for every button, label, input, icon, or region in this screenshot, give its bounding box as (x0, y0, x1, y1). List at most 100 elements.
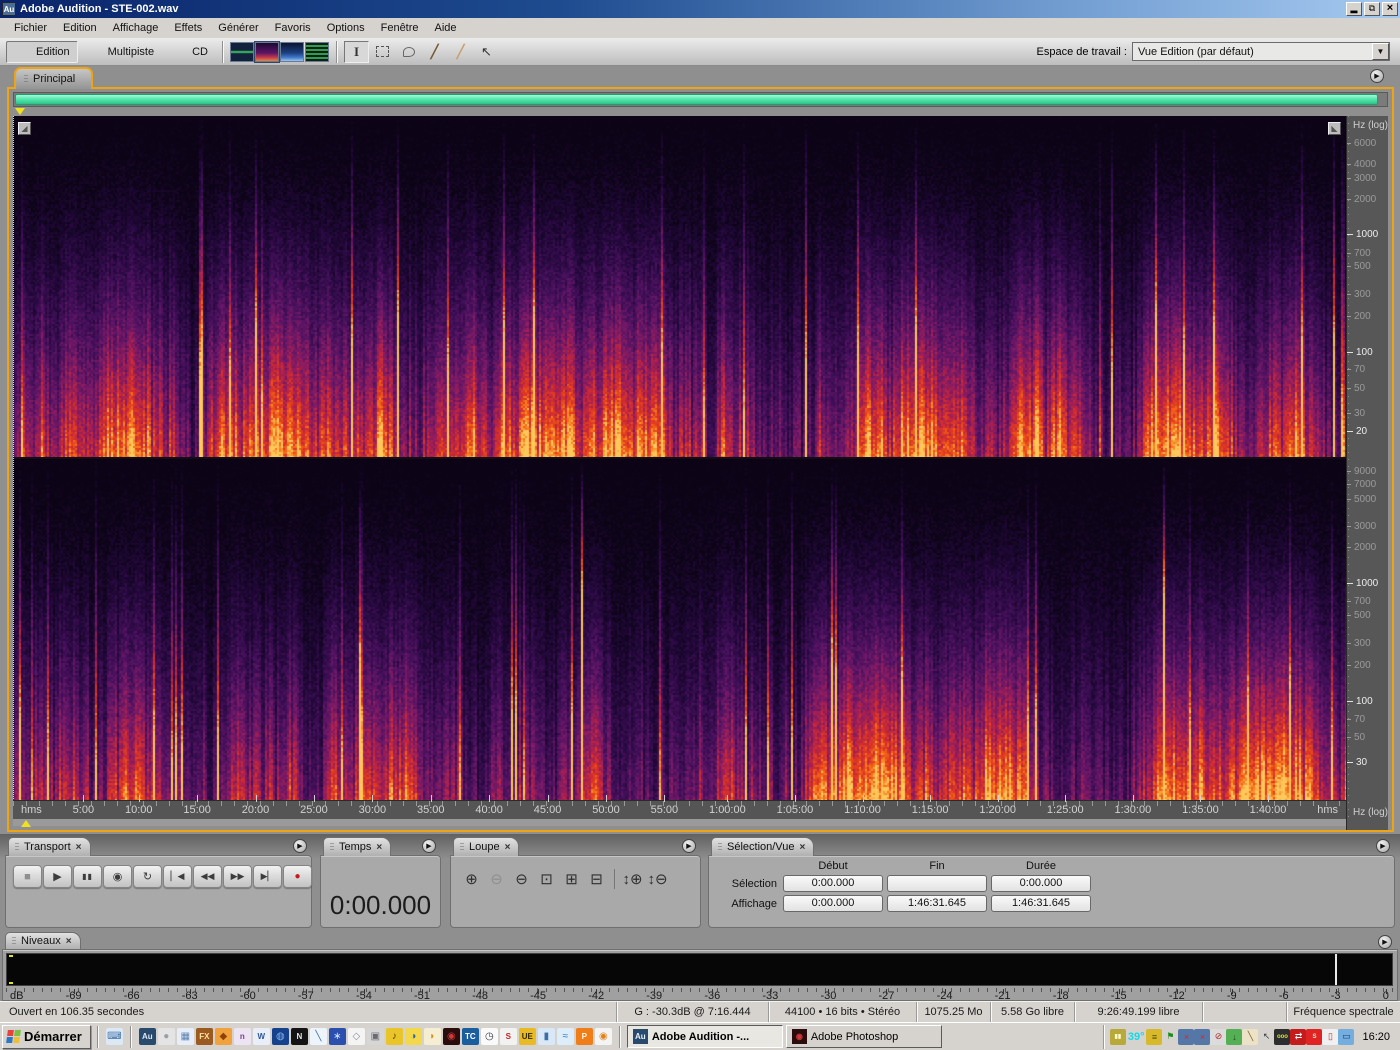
minimize-button[interactable]: ▂ (1346, 2, 1362, 16)
time-selection-tool-button[interactable]: I (344, 40, 369, 63)
top-right-corner-handle[interactable]: ◣ (1328, 122, 1341, 135)
zoom-selection-right-button[interactable]: ⊟ (584, 868, 609, 890)
overview-track[interactable] (13, 92, 1388, 107)
photoshop-eye-icon[interactable]: ◉ (442, 1028, 460, 1045)
playhead-marker-top[interactable] (15, 108, 25, 115)
spot-healing-brush-tool-button[interactable]: ╱ (448, 41, 473, 63)
network-disabled2-icon[interactable]: × (1194, 1028, 1211, 1045)
playhead-marker-bottom[interactable] (21, 819, 31, 827)
close-icon[interactable]: × (799, 842, 805, 853)
panel-menu-icon[interactable]: ▶ (422, 839, 436, 853)
close-icon[interactable]: × (66, 936, 72, 947)
pdf-icon[interactable]: P (575, 1028, 593, 1045)
folder-status-icon[interactable]: ▭ (1338, 1028, 1355, 1045)
clock-dial-icon[interactable]: ◷ (480, 1028, 498, 1045)
spectral-frequency-display-button[interactable] (254, 40, 280, 63)
workspace-select[interactable]: Vue Edition (par défaut) ▼ (1132, 42, 1390, 61)
timeline-ruler[interactable]: hms 5:00 10:00 15:00 20:00 25:00 30:00 35:00 40… (13, 794, 1346, 819)
panel-menu-icon[interactable]: ▶ (682, 839, 696, 853)
lasso-selection-tool-button[interactable] (396, 41, 421, 63)
panel-menu-icon[interactable]: ▶ (1376, 839, 1390, 853)
spectrogram-left-channel[interactable] (13, 116, 1346, 457)
close-icon[interactable]: × (376, 842, 382, 853)
network-disabled-icon[interactable]: × (1178, 1028, 1195, 1045)
selection-fin-field[interactable] (887, 875, 987, 892)
flag-status-icon[interactable]: ⚑ (1162, 1029, 1178, 1045)
temps-tab[interactable]: Temps × (323, 837, 392, 856)
close-button[interactable]: × (1382, 2, 1398, 16)
task-audition[interactable]: Au Adobe Audition -... (626, 1025, 783, 1048)
chevron-down-icon[interactable]: ▼ (1372, 43, 1389, 60)
fx-icon[interactable]: FX (195, 1028, 213, 1045)
go-to-start-button[interactable]: ▏◀ (163, 865, 192, 888)
waveform-display-button[interactable] (230, 41, 254, 62)
menu-item[interactable]: Fenêtre (373, 20, 427, 36)
zoom-full-button[interactable]: ⊖ (509, 868, 534, 890)
menu-item[interactable]: Affichage (105, 20, 167, 36)
top-left-corner-handle[interactable]: ◢ (18, 122, 31, 135)
fast-forward-button[interactable]: ▶▶ (223, 865, 252, 888)
tab-principal[interactable]: Principal (14, 67, 94, 89)
zoom-out-vertical-button[interactable]: ↕⊖ (645, 868, 670, 890)
orange-tool-icon[interactable]: ◆ (214, 1028, 232, 1045)
zoom-in-horizontal-button[interactable]: ⊕ (459, 868, 484, 890)
selection-duree-field[interactable]: 0:00.000 (991, 875, 1091, 892)
start-button[interactable]: Démarrer (2, 1024, 91, 1049)
record-button[interactable]: ● (283, 865, 312, 888)
ultraedit-icon[interactable]: UE (518, 1028, 536, 1045)
zoom-button[interactable] (614, 869, 615, 889)
panel-menu-icon[interactable]: ▶ (1378, 935, 1392, 949)
rewind-button[interactable]: ◀◀ (193, 865, 222, 888)
go-to-end-button[interactable]: ▶▏ (253, 865, 282, 888)
affichage-fin-field[interactable]: 1:46:31.645 (887, 895, 987, 912)
blue-star-icon[interactable]: ∗ (328, 1028, 346, 1045)
media-note-icon[interactable]: ♪ (385, 1028, 403, 1045)
spectrogram-right-channel[interactable] (13, 458, 1346, 800)
scrub-tool-button[interactable]: ↖ (474, 41, 499, 63)
calculator-icon[interactable]: ▦ (176, 1028, 194, 1045)
wand-icon[interactable]: ╲ (309, 1028, 327, 1045)
selection-debut-field[interactable]: 0:00.000 (783, 875, 883, 892)
play-from-cursor-button[interactable]: ◉ (103, 865, 132, 888)
globe-icon[interactable]: ◑ (404, 1028, 422, 1045)
zoom-in-vertical-button[interactable]: ↕⊕ (620, 868, 645, 890)
spectral-pan-display-button[interactable] (305, 41, 329, 62)
planet-icon[interactable]: ◍ (271, 1028, 289, 1045)
task-photoshop[interactable]: ◉ Adobe Photoshop (785, 1025, 942, 1048)
menu-item[interactable]: Effets (166, 20, 210, 36)
menu-item[interactable]: Options (319, 20, 373, 36)
transport-tab[interactable]: Transport × (8, 837, 91, 856)
horizontal-scroll-strip[interactable] (13, 818, 1346, 827)
zoom-to-selection-button[interactable]: ⊡ (534, 868, 559, 890)
pen-device-icon[interactable]: ╲ (1242, 1028, 1259, 1045)
cd-blocked-icon[interactable]: ⊘ (1210, 1028, 1227, 1045)
play-button[interactable]: ▶ (43, 865, 72, 888)
blue-utility-icon[interactable]: ▮ (537, 1028, 555, 1045)
word-icon[interactable]: W (252, 1028, 270, 1045)
cd-mode-button[interactable]: CD (162, 41, 216, 63)
sync-error-icon[interactable]: ⇄ (1290, 1028, 1307, 1045)
zoom-selection-left-button[interactable]: ⊞ (559, 868, 584, 890)
input-panel-icon[interactable]: ⌨ (105, 1028, 123, 1045)
close-icon[interactable]: × (505, 842, 511, 853)
comet-icon[interactable]: ◗ (423, 1028, 441, 1045)
marquee-selection-tool-button[interactable] (370, 41, 395, 63)
n-editor-icon[interactable]: N (290, 1028, 308, 1045)
menu-item[interactable]: Aide (427, 20, 465, 36)
spectral-phase-display-button[interactable] (280, 41, 304, 62)
tag-icon[interactable]: ◇ (347, 1028, 365, 1045)
affichage-duree-field[interactable]: 1:46:31.645 (991, 895, 1091, 912)
level-meter[interactable] (6, 953, 1393, 986)
panel-menu-icon[interactable]: ▶ (1370, 69, 1384, 83)
bird-icon[interactable]: ≈ (556, 1028, 574, 1045)
stop-button[interactable]: ■ (13, 865, 42, 888)
effects-paintbrush-tool-button[interactable]: ╱ (422, 41, 447, 63)
tc-icon[interactable]: TC (461, 1028, 479, 1045)
panel-menu-icon[interactable]: ▶ (293, 839, 307, 853)
s-app-icon[interactable]: S (1306, 1028, 1323, 1045)
selection-vue-tab[interactable]: Sélection/Vue × (711, 837, 815, 856)
pause-button[interactable]: ▮▮ (73, 865, 102, 888)
menu-item[interactable]: Edition (55, 20, 105, 36)
frequency-scale[interactable]: Hz (log) 6000 4000 3000 2000 1000 700 500 300 20… (1346, 116, 1388, 830)
menu-item[interactable]: Favoris (267, 20, 319, 36)
